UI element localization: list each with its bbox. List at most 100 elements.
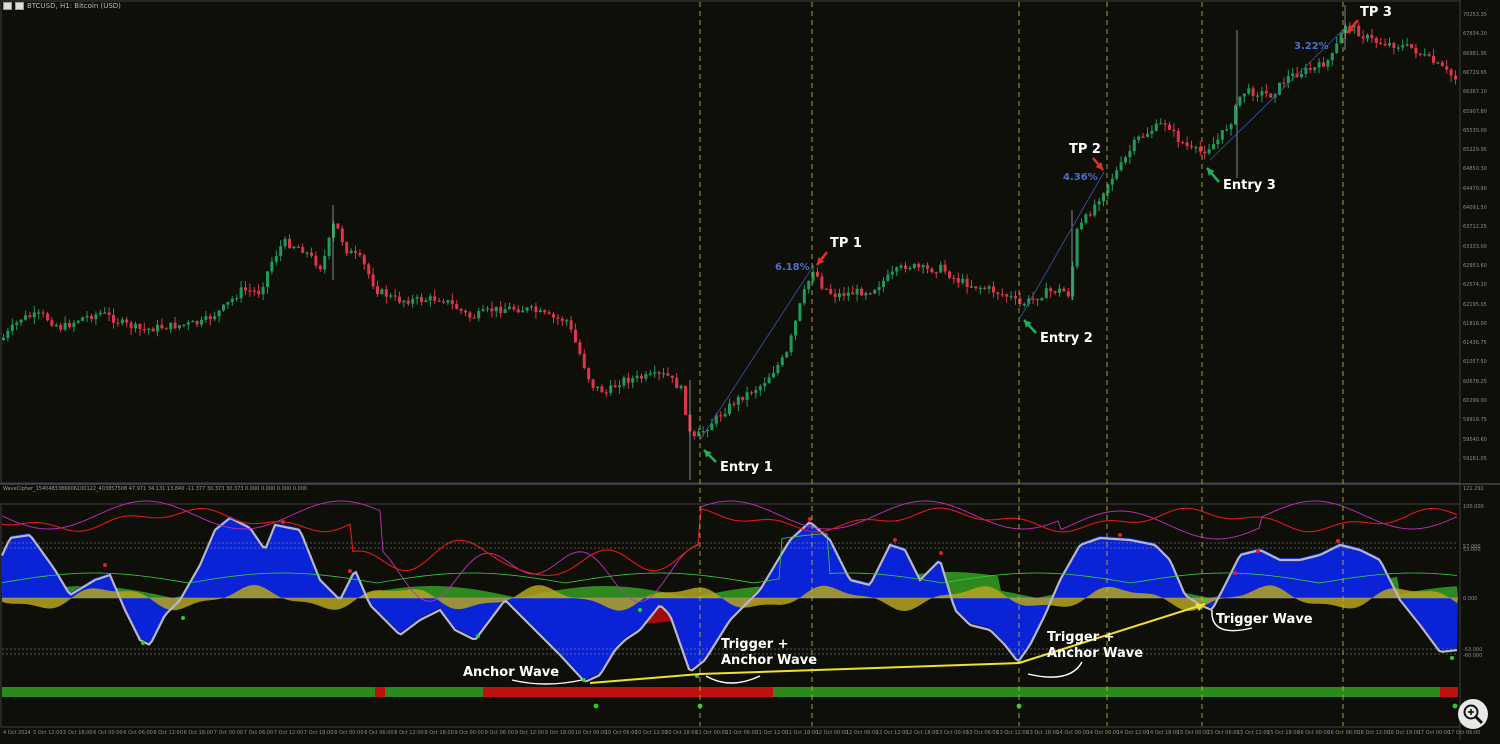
chart-window[interactable]: BTCUSD, H1: Bitcoin (USD) WaveCipher_154… (0, 0, 1500, 740)
candle-body (1198, 147, 1202, 152)
candle-body (1036, 298, 1039, 301)
time-tick: 15 Oct 12:00 (1237, 730, 1270, 736)
candle-body (1308, 68, 1312, 71)
chart-properties-icon[interactable] (15, 2, 24, 10)
chart-canvas[interactable] (0, 0, 1500, 740)
candle-body (1146, 133, 1149, 137)
anchor-label-2: Anchor Wave (1047, 646, 1144, 661)
price-tick: 64470.90 (1463, 185, 1487, 192)
candle-body (996, 292, 1000, 295)
time-tick: 15 Oct 06:00 (1207, 730, 1240, 736)
time-tick: 7 Oct 12:00 (273, 730, 304, 736)
candle-body (1379, 42, 1383, 45)
time-tick: 6 Oct 12:00 (153, 730, 183, 736)
candle-body (147, 328, 151, 330)
candle-body (424, 300, 428, 302)
candle-body (1330, 52, 1334, 61)
price-tick: 65229.95 (1463, 147, 1487, 154)
candle-body (1414, 47, 1418, 54)
tp2-label: TP 2 (1069, 142, 1101, 157)
zoom-magnifier-icon[interactable] (1458, 699, 1488, 729)
candle-body (1423, 54, 1427, 56)
candle-body (354, 250, 357, 254)
candle-body (1181, 142, 1185, 144)
candle-body (248, 290, 252, 292)
time-tick: 13 Oct 06:00 (966, 730, 999, 736)
candle-body (428, 296, 432, 301)
candle-body (472, 317, 476, 319)
tp1-label: TP 1 (830, 236, 862, 251)
time-tick: 15 Oct 00:00 (1176, 730, 1210, 736)
candle-body (120, 319, 124, 324)
candle-body (1159, 123, 1163, 125)
candle-body (98, 312, 102, 315)
candle-body (411, 298, 415, 304)
indicator-title: WaveCipher_1540483386606100122_403857508… (3, 486, 308, 492)
candle-body (653, 372, 657, 374)
candle-body (820, 276, 824, 289)
time-tick: 11 Oct 00:00 (695, 730, 728, 736)
candle-body (1357, 25, 1361, 37)
candle-body (1203, 151, 1207, 154)
candle-body (1436, 62, 1440, 64)
time-tick: 8 Oct 12:00 (394, 730, 424, 736)
candle-body (68, 322, 71, 328)
time-tick: 9 Oct 06:00 (484, 730, 515, 736)
candle-body (208, 316, 212, 320)
candle-body (543, 310, 547, 313)
candle-body (1110, 178, 1114, 185)
candle-body (596, 386, 599, 388)
candle-body (6, 330, 10, 338)
candle-body (446, 300, 450, 303)
candle-body (908, 267, 912, 270)
candle-body (943, 264, 947, 272)
candle-body (1291, 73, 1295, 77)
candle-body (318, 265, 322, 270)
candle-body (662, 373, 665, 375)
entry2-label: Entry 2 (1040, 331, 1093, 346)
candle-body (1264, 91, 1268, 94)
candle-body (94, 314, 98, 320)
chart-header: BTCUSD, H1: Bitcoin (USD) (3, 2, 121, 10)
trend-bar-segment (773, 687, 1440, 697)
anchor-wave-label: Anchor Wave (463, 665, 560, 680)
candle-body (41, 312, 45, 314)
time-tick: 11 Oct 12:00 (755, 730, 789, 736)
candle-body (191, 320, 195, 323)
chart-menu-icon[interactable] (3, 2, 12, 10)
candle-body (169, 322, 173, 330)
candle-body (261, 286, 265, 295)
candle-body (710, 423, 714, 430)
candle-body (626, 377, 630, 383)
candle-body (842, 293, 846, 296)
price-tick: 65530.00 (1463, 127, 1487, 134)
signal-dot (181, 616, 185, 620)
candle-body (173, 322, 177, 329)
signal-dot (1256, 549, 1260, 553)
candle-body (490, 308, 494, 312)
candle-body (970, 286, 973, 288)
candle-body (138, 323, 142, 329)
tp3-label: TP 3 (1360, 5, 1392, 20)
candle-body (384, 289, 388, 297)
bottom-signal-dot (1452, 703, 1458, 709)
time-tick: 10 Oct 06:00 (605, 730, 638, 736)
candle-body (340, 228, 344, 243)
price-tick: 61816.00 (1463, 320, 1487, 327)
candle-body (978, 287, 982, 290)
candle-body (1361, 36, 1365, 39)
indicator-tick: 0.000 (1463, 596, 1478, 602)
candle-body (1260, 91, 1264, 96)
candle-body (1269, 93, 1273, 98)
candle-body (213, 316, 217, 320)
candle-body (1185, 142, 1189, 146)
candle-body (288, 238, 291, 248)
price-tick: 60678.25 (1463, 378, 1487, 385)
candle-body (873, 289, 877, 294)
candle-body (283, 238, 287, 247)
candle-body (1401, 45, 1405, 48)
candle-body (305, 252, 309, 254)
candle-body (974, 286, 978, 289)
time-tick: 9 Oct 18:00 (544, 730, 575, 736)
candle-body (362, 255, 366, 265)
